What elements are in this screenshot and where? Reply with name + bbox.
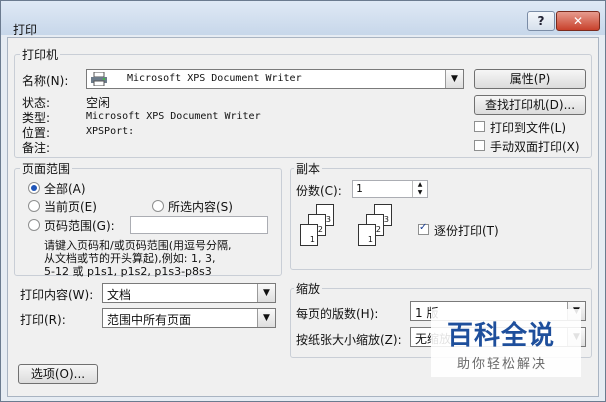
collate-preview-icon: 3 2 1 — [294, 204, 342, 254]
status-value: 空闲 — [86, 96, 111, 110]
scale-label: 按纸张大小缩放(Z): — [296, 333, 402, 347]
printer-name-label: 名称(N): — [22, 74, 69, 88]
watermark-logo: 百科全说 助你轻松解决 — [431, 309, 581, 377]
spinner-up-icon[interactable]: ▲ — [412, 181, 427, 189]
copies-count-label: 份数(C): — [296, 184, 342, 198]
print-dialog: 打印 ? ✕ 打印机 名称(N): Microsoft XPS Document… — [0, 0, 606, 402]
comment-label: 备注: — [22, 141, 51, 155]
find-printer-button[interactable]: 查找打印机(D)... — [474, 95, 586, 115]
pages-per-sheet-label: 每页的版数(H): — [296, 307, 379, 321]
zoom-group-label: 缩放 — [294, 280, 323, 297]
range-all-radio[interactable] — [28, 182, 40, 194]
chevron-down-icon[interactable]: ▼ — [257, 309, 275, 327]
spinner-down-icon[interactable]: ▼ — [412, 189, 427, 197]
close-button[interactable]: ✕ — [556, 11, 600, 31]
page-range-input[interactable] — [130, 216, 268, 234]
printer-name-value: Microsoft XPS Document Writer — [127, 73, 302, 84]
range-selection-label[interactable]: 所选内容(S) — [168, 198, 233, 215]
collate-checkbox[interactable] — [418, 222, 429, 235]
options-button[interactable]: 选项(O)... — [18, 364, 98, 384]
print-to-file-label[interactable]: 打印到文件(L) — [490, 119, 566, 136]
title-bar[interactable]: 打印 ? ✕ — [1, 1, 605, 37]
copies-group-label: 副本 — [294, 160, 323, 177]
range-current-radio[interactable] — [28, 200, 40, 212]
print-range-select[interactable]: 范围中所有页面 ▼ — [102, 308, 276, 328]
range-selection-radio[interactable] — [152, 200, 164, 212]
range-current-label[interactable]: 当前页(E) — [44, 198, 97, 215]
manual-duplex-checkbox[interactable] — [474, 140, 485, 151]
range-pages-radio[interactable] — [28, 219, 40, 231]
print-to-file-checkbox[interactable] — [474, 121, 485, 132]
range-pages-label[interactable]: 页码范围(G): — [44, 217, 115, 234]
printer-icon — [91, 71, 107, 87]
chevron-down-icon[interactable]: ▼ — [257, 284, 275, 302]
dialog-title: 打印 — [13, 23, 38, 37]
print-range-label: 打印(R): — [20, 313, 66, 327]
type-value: Microsoft XPS Document Writer — [86, 111, 261, 122]
range-all-label[interactable]: 全部(A) — [44, 180, 86, 197]
page-range-group-label: 页面范围 — [20, 160, 73, 177]
print-what-value: 文档 — [107, 288, 132, 302]
watermark-subtitle: 助你轻松解决 — [457, 357, 548, 372]
watermark-title: 百科全说 — [447, 321, 556, 351]
collate-label[interactable]: 逐份打印(T) — [434, 222, 499, 239]
copies-count-input[interactable]: 1 ▲ ▼ — [352, 180, 428, 198]
help-button[interactable]: ? — [527, 11, 555, 31]
copies-count-value: 1 — [356, 182, 363, 195]
print-what-select[interactable]: 文档 ▼ — [102, 283, 276, 303]
collate-preview-icon-2: 3 2 1 — [352, 204, 400, 254]
location-value: XPSPort: — [86, 126, 135, 137]
chevron-down-icon[interactable]: ▼ — [445, 70, 463, 88]
printer-name-select[interactable]: Microsoft XPS Document Writer ▼ — [86, 69, 464, 89]
page-range-hint-3: 5-12 或 p1s1, p1s2, p1s3-p8s3 — [44, 265, 212, 278]
printer-group-label: 打印机 — [20, 46, 61, 63]
properties-button[interactable]: 属性(P) — [474, 69, 586, 89]
print-range-value: 范围中所有页面 — [107, 313, 192, 327]
manual-duplex-label[interactable]: 手动双面打印(X) — [490, 138, 580, 155]
print-what-label: 打印内容(W): — [20, 288, 94, 302]
